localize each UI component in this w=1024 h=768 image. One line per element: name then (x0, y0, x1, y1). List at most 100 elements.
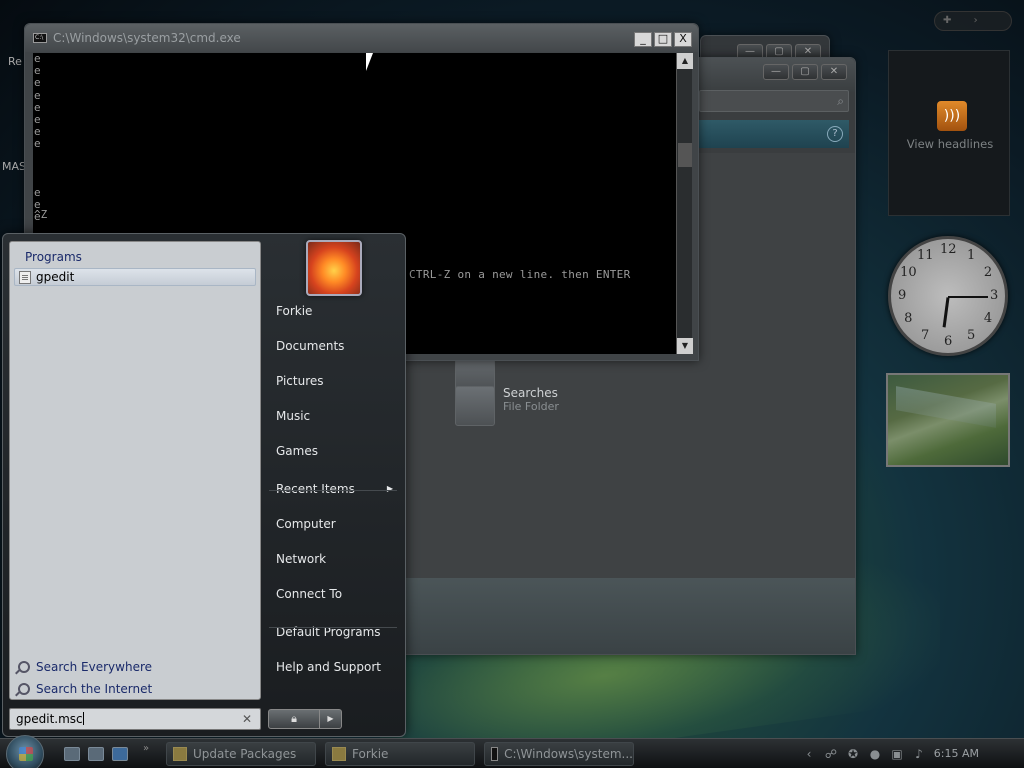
clock-number: 1 (967, 248, 976, 264)
search-icon[interactable]: ⌕ (837, 94, 844, 109)
taskbar: » Update Packages Forkie C:\Windows\syst… (0, 735, 1024, 768)
minimize-button[interactable]: _ (634, 32, 652, 47)
start-menu-item-help-and-support[interactable]: Help and Support (267, 654, 401, 680)
lock-button[interactable]: 🔒︎ (268, 709, 320, 729)
switch-windows-icon[interactable] (88, 747, 104, 761)
console-line: e (34, 88, 41, 102)
maximize-button[interactable]: ▢ (792, 64, 818, 80)
volume-muted-icon[interactable]: ♪ (912, 747, 926, 761)
start-menu-item-network[interactable]: Network (267, 546, 401, 572)
start-menu-item-computer[interactable]: Computer (267, 511, 401, 537)
clock-number: 3 (990, 288, 999, 303)
network-status-icon[interactable]: ☍ (824, 747, 838, 761)
show-desktop-icon[interactable] (64, 747, 80, 761)
magnifier-icon (18, 683, 30, 695)
internet-explorer-icon[interactable] (112, 747, 128, 761)
start-menu-item-label: Help and Support (276, 660, 381, 674)
start-menu-item-forkie[interactable]: Forkie (267, 298, 401, 324)
submenu-arrow-icon: ▶ (386, 484, 393, 493)
console-line: e (34, 76, 41, 90)
clock-hour-hand (942, 297, 950, 328)
feed-headlines-gadget[interactable]: ))) View headlines (888, 50, 1010, 216)
tray-expand-icon[interactable]: ‹ (802, 747, 816, 761)
start-menu-item-label: Network (276, 552, 327, 566)
start-menu-item-music[interactable]: Music (267, 403, 401, 429)
search-everywhere-label: Search Everywhere (36, 660, 152, 674)
user-picture[interactable] (306, 240, 362, 296)
network-icon[interactable]: ▣ (890, 747, 904, 761)
close-button[interactable]: ✕ (821, 64, 847, 80)
clock-number: 10 (900, 265, 917, 280)
console-scrollbar[interactable]: ▲ ▼ (676, 53, 693, 354)
start-menu-item-label: Music (276, 409, 311, 423)
start-menu-item-label: Documents (276, 339, 345, 353)
start-menu-item-games[interactable]: Games (267, 438, 401, 464)
cmd-icon (491, 747, 499, 761)
update-icon[interactable]: ● (868, 747, 882, 761)
search-links: Search Everywhere Search the Internet (18, 656, 152, 700)
scroll-up-arrow-icon[interactable]: ▲ (677, 53, 693, 69)
rss-icon: ))) (937, 101, 967, 131)
start-menu-item-label: Pictures (276, 374, 324, 388)
start-menu-item-documents[interactable]: Documents (267, 333, 401, 359)
minimize-button[interactable]: — (763, 64, 789, 80)
start-button[interactable] (6, 735, 44, 768)
close-button[interactable]: X (674, 32, 692, 47)
help-icon[interactable]: ? (827, 126, 843, 142)
clear-search-icon[interactable]: ✕ (242, 709, 252, 729)
explorer-details-pane (403, 578, 855, 654)
clock-gadget[interactable]: 12 1 2 3 4 5 6 7 8 9 10 11 (888, 236, 1008, 356)
console-ctrlz-line: ^Z (34, 208, 48, 221)
show-desktop-button[interactable] (988, 739, 1024, 768)
maximize-button[interactable]: □ (654, 32, 672, 47)
programs-header: Programs (25, 250, 82, 264)
start-search-value: gpedit.msc (16, 712, 83, 726)
search-everywhere-link[interactable]: Search Everywhere (18, 656, 152, 678)
start-menu-item-connect-to[interactable]: Connect To (267, 581, 401, 607)
clock-number: 4 (983, 311, 993, 326)
quicklaunch-overflow-icon[interactable]: » (143, 743, 149, 754)
taskbar-button-cmd[interactable]: C:\Windows\system... (484, 742, 634, 766)
console-lines: eeeeeeeeeee (34, 52, 41, 224)
slideshow-gadget[interactable] (886, 373, 1010, 467)
start-menu-item-pictures[interactable]: Pictures (267, 368, 401, 394)
clock-number: 6 (944, 334, 953, 349)
explorer-search-field[interactable]: ⌕ (699, 90, 849, 112)
cmd-icon[interactable]: C:\ (33, 33, 47, 43)
search-internet-link[interactable]: Search the Internet (18, 678, 152, 700)
folder-name: Searches (503, 386, 558, 400)
sidebar-add-gadget-button[interactable]: ✚ › (934, 11, 1012, 31)
power-buttons: 🔒︎ ▶ (268, 709, 342, 729)
scroll-thumb[interactable] (678, 143, 692, 167)
scroll-down-arrow-icon[interactable]: ▼ (677, 338, 693, 354)
clock-number: 7 (921, 327, 930, 343)
clock-minute-hand (948, 296, 988, 298)
folder-item-searches[interactable]: Searches File Folder (455, 386, 559, 426)
taskbar-button-forkie[interactable]: Forkie (325, 742, 475, 766)
menu-separator (269, 490, 397, 491)
taskbar-button-label: C:\Windows\system... (504, 747, 633, 761)
security-center-icon[interactable]: ✪ (846, 747, 860, 761)
cmd-titlebar[interactable]: C:\ C:\Windows\system32\cmd.exe (25, 24, 698, 52)
start-menu-item-default-programs[interactable]: Default Programs (267, 619, 401, 645)
explorer-command-bar: ? (699, 120, 849, 148)
magnifier-icon (18, 661, 30, 673)
taskbar-button-label: Forkie (352, 747, 389, 761)
console-line: e (34, 137, 41, 151)
program-item-gpedit[interactable]: gpedit (14, 268, 256, 286)
start-menu-item-label: Recent Items (276, 482, 355, 496)
taskbar-clock[interactable]: 6:15 AM (934, 747, 979, 760)
start-menu-item-recent-items[interactable]: Recent Items ▶ (267, 476, 401, 502)
feed-headlines-label[interactable]: View headlines (889, 137, 1011, 151)
desktop-icon-label[interactable]: MAS (2, 160, 26, 173)
taskbar-button-update-packages[interactable]: Update Packages (166, 742, 316, 766)
menu-separator (269, 627, 397, 628)
program-label: gpedit (36, 270, 75, 284)
start-search-input[interactable]: gpedit.msc ✕ (9, 708, 261, 730)
mouse-cursor (365, 52, 374, 72)
desktop-icon-label[interactable]: Re (8, 55, 22, 68)
start-menu[interactable]: Programs gpedit Search Everywhere Search… (2, 233, 406, 737)
power-options-arrow-button[interactable]: ▶ (320, 709, 342, 729)
